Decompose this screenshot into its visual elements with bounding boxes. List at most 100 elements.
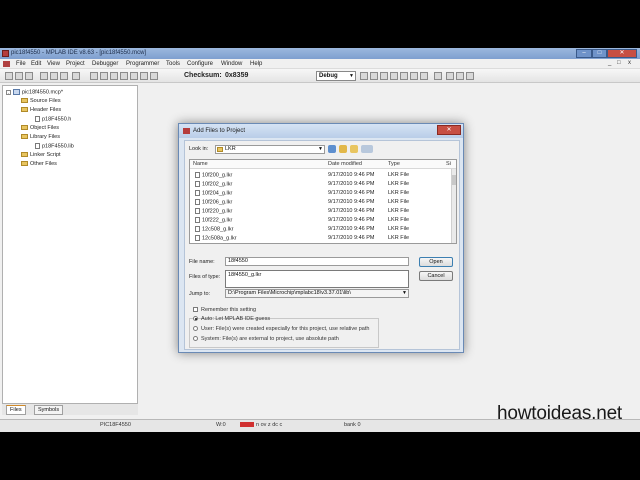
back-icon[interactable] — [328, 145, 336, 153]
checksum-label: Checksum: — [184, 72, 222, 79]
cancel-button[interactable]: Cancel — [419, 271, 453, 281]
mplab-app-icon — [183, 128, 190, 134]
file-name-input[interactable]: 18f4550 — [225, 257, 409, 266]
tree-item-source-files[interactable]: Source Files — [21, 98, 61, 104]
up-folder-icon[interactable] — [339, 145, 347, 153]
file-row[interactable]: 10f206_g.lkr 9/17/2010 9:46 PM LKR File — [190, 198, 452, 207]
mplab-ide-window: pic18f4550 - MPLAB IDE v8.63 - [pic18f45… — [0, 48, 640, 432]
paste-icon[interactable] — [60, 72, 68, 80]
file-list-scrollbar[interactable] — [451, 169, 456, 243]
title-bar: pic18f4550 - MPLAB IDE v8.63 - [pic18f45… — [0, 48, 640, 59]
menu-configure[interactable]: Configure — [187, 61, 213, 67]
debug-run-icon[interactable] — [360, 72, 368, 80]
build-all-icon[interactable] — [120, 72, 128, 80]
jump-to-select[interactable]: D:\Program Files\Microchip\mplabc18\v3.3… — [225, 289, 409, 298]
menu-help[interactable]: Help — [250, 61, 262, 67]
copy-icon[interactable] — [50, 72, 58, 80]
verify-icon[interactable] — [456, 72, 464, 80]
menu-programmer[interactable]: Programmer — [126, 61, 159, 67]
tree-item-other-files[interactable]: Other Files — [21, 161, 57, 167]
tree-item-library-files[interactable]: Library Files — [21, 134, 60, 140]
column-type[interactable]: Type — [388, 161, 400, 167]
file-row[interactable]: 12c508_g.lkr 9/17/2010 9:46 PM LKR File — [190, 225, 452, 234]
chevron-down-icon: ▼ — [349, 73, 354, 79]
build-icon[interactable] — [100, 72, 108, 80]
checkbox-box[interactable] — [193, 307, 198, 313]
tree-item-linker-script[interactable]: Linker Script — [21, 152, 61, 158]
menu-project[interactable]: Project — [66, 61, 85, 67]
mdi-restore-button[interactable]: □ — [617, 60, 621, 66]
file-date: 9/17/2010 9:46 PM — [328, 181, 375, 187]
mdi-close-button[interactable]: x — [628, 60, 631, 66]
menu-window[interactable]: Window — [221, 61, 242, 67]
file-row[interactable]: 10f204_g.lkr 9/17/2010 9:46 PM LKR File — [190, 189, 452, 198]
help-icon[interactable] — [150, 72, 158, 80]
save-icon[interactable] — [25, 72, 33, 80]
tree-item-object-files[interactable]: Object Files — [21, 125, 59, 131]
look-in-select[interactable]: LKR ▼ — [215, 145, 325, 154]
file-row[interactable]: 10f222_g.lkr 9/17/2010 9:46 PM LKR File — [190, 216, 452, 225]
new-file-icon[interactable] — [5, 72, 13, 80]
read-device-icon[interactable] — [446, 72, 454, 80]
radio-button[interactable] — [193, 316, 198, 322]
reset-icon[interactable] — [420, 72, 428, 80]
menu-view[interactable]: View — [47, 61, 60, 67]
collapse-icon[interactable]: - — [6, 89, 11, 95]
add-files-dialog: Add Files to Project ✕ Look in: LKR ▼ Na… — [178, 123, 464, 353]
cut-icon[interactable] — [40, 72, 48, 80]
open-button[interactable]: Open — [419, 257, 453, 267]
print-icon[interactable] — [72, 72, 80, 80]
dialog-close-button[interactable]: ✕ — [437, 125, 461, 135]
radio-system-label: System: File(s) are external to project,… — [201, 336, 339, 342]
status-bank: bank 0 — [344, 422, 361, 428]
autocomplete-item[interactable]: 18f4550_g.lkr — [228, 272, 406, 278]
step-out-icon[interactable] — [410, 72, 418, 80]
program-device-icon[interactable] — [434, 72, 442, 80]
folder-icon — [217, 147, 223, 152]
tree-item-p18f4550-lib[interactable]: p18F4550.lib — [35, 143, 74, 149]
view-menu-icon[interactable] — [361, 145, 373, 153]
mdi-minimize-button[interactable]: _ — [608, 60, 611, 66]
debug-halt-icon[interactable] — [370, 72, 378, 80]
folder-icon — [21, 161, 28, 167]
step-into-icon[interactable] — [390, 72, 398, 80]
make-icon[interactable] — [110, 72, 118, 80]
find-icon[interactable] — [130, 72, 138, 80]
open-file-icon[interactable] — [15, 72, 23, 80]
menu-debugger[interactable]: Debugger — [92, 61, 118, 67]
minimize-button[interactable]: – — [576, 49, 592, 58]
step-over-icon[interactable] — [400, 72, 408, 80]
column-date-modified[interactable]: Date modified — [328, 161, 362, 167]
column-name[interactable]: Name — [193, 161, 208, 167]
file-row[interactable]: 10f202_g.lkr 9/17/2010 9:46 PM LKR File — [190, 180, 452, 189]
project-wizard-icon[interactable] — [90, 72, 98, 80]
file-name: 10f200_g.lkr — [202, 172, 233, 179]
menu-tools[interactable]: Tools — [166, 61, 180, 67]
erase-icon[interactable] — [466, 72, 474, 80]
radio-auto[interactable]: Auto: Let MPLAB IDE guess — [193, 316, 270, 322]
remember-setting-checkbox[interactable]: Remember this setting — [193, 307, 256, 313]
build-config-select[interactable]: Debug ▼ — [316, 71, 356, 81]
menu-file[interactable]: File — [16, 61, 26, 67]
tab-symbols[interactable]: Symbols — [34, 405, 64, 415]
file-row[interactable]: 12c508a_g.lkr 9/17/2010 9:46 PM LKR File — [190, 234, 452, 243]
tree-root[interactable]: - pic18f4550.mcp* — [6, 89, 63, 95]
radio-system[interactable]: System: File(s) are external to project,… — [193, 336, 339, 342]
radio-button[interactable] — [193, 326, 198, 332]
new-folder-icon[interactable] — [350, 145, 358, 153]
debug-animate-icon[interactable] — [380, 72, 388, 80]
radio-button[interactable] — [193, 336, 198, 342]
close-button[interactable]: ✕ — [607, 49, 637, 58]
file-row[interactable]: 10f200_g.lkr 9/17/2010 9:46 PM LKR File — [190, 171, 452, 180]
mdi-document-icon[interactable] — [3, 61, 10, 67]
maximize-button[interactable]: □ — [592, 49, 607, 58]
scrollbar-thumb[interactable] — [452, 175, 456, 185]
column-size[interactable]: Si — [446, 161, 451, 167]
file-row[interactable]: 10f220_g.lkr 9/17/2010 9:46 PM LKR File — [190, 207, 452, 216]
menu-edit[interactable]: Edit — [31, 61, 41, 67]
tree-item-header-files[interactable]: Header Files — [21, 107, 61, 113]
tree-item-p18f4550-h[interactable]: p18F4550.h — [35, 116, 71, 122]
radio-user[interactable]: User: File(s) were created especially fo… — [193, 326, 369, 332]
find-next-icon[interactable] — [140, 72, 148, 80]
tab-files[interactable]: Files — [6, 405, 26, 415]
